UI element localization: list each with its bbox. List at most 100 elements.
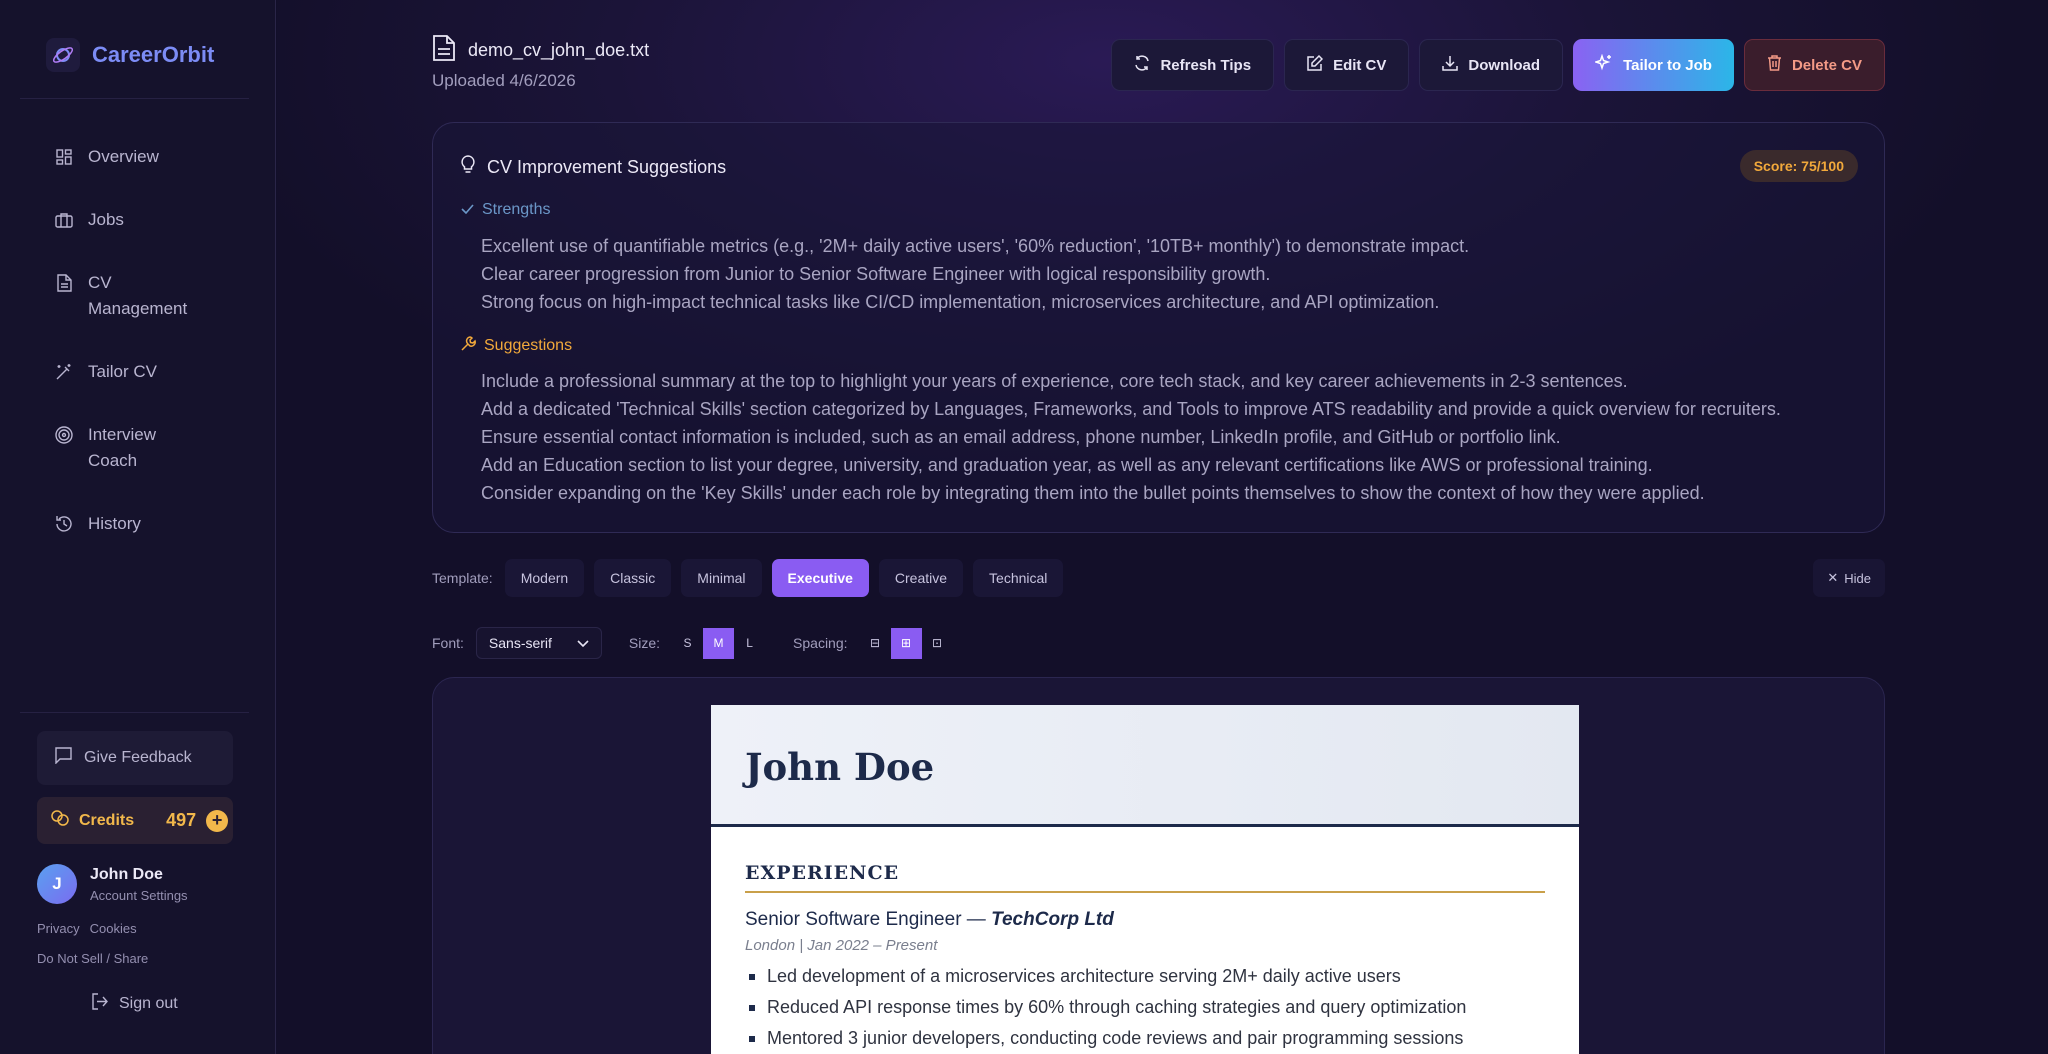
score-badge: Score: 75/100 — [1739, 150, 1858, 182]
job-meta: London | Jan 2022 – Present — [745, 937, 938, 954]
credits-label: Credits — [79, 811, 135, 829]
main-content: demo_cv_john_doe.txt Uploaded 4/6/2026 R… — [277, 0, 2048, 1054]
download-icon — [1442, 55, 1459, 75]
role-title: Senior Software Engineer — — [745, 909, 992, 930]
sparkles-icon — [1593, 53, 1613, 76]
logout-icon — [92, 993, 109, 1015]
suggestion-item: Ensure essential contact information is … — [481, 427, 1561, 447]
cv-header: John Doe — [711, 705, 1579, 827]
bullet-item: Led development of a microservices archi… — [745, 961, 1466, 992]
sidebar-item-label: History — [88, 514, 141, 533]
user-name: John Doe — [90, 865, 163, 883]
template-classic[interactable]: Classic — [594, 559, 672, 597]
sidebar-item-label: Jobs — [88, 210, 124, 229]
avatar: J — [37, 864, 77, 904]
tailor-to-job-button[interactable]: Tailor to Job — [1573, 39, 1734, 91]
divider — [20, 98, 249, 99]
sidebar-nav: Overview Jobs CV Management Tailor CV In… — [38, 140, 248, 570]
grid-icon — [54, 144, 74, 170]
edit-cv-button[interactable]: Edit CV — [1284, 39, 1410, 91]
action-bar: Refresh Tips Edit CV Download Tailor to … — [1111, 39, 1885, 91]
spacing-relaxed-icon[interactable]: ⊡ — [922, 628, 953, 659]
coins-icon — [51, 810, 69, 831]
hide-button[interactable]: ✕ Hide — [1813, 559, 1885, 597]
spacing-label: Spacing: — [793, 635, 848, 651]
trash-icon — [1767, 55, 1782, 75]
give-feedback-label: Give Feedback — [84, 749, 192, 766]
sidebar-item-history[interactable]: History — [38, 507, 248, 541]
account-settings-link[interactable]: Account Settings — [90, 888, 188, 903]
size-option-l[interactable]: L — [734, 628, 765, 659]
brand[interactable]: CareerOrbit — [46, 38, 214, 72]
experience-heading: EXPERIENCE — [745, 862, 900, 884]
sidebar-item-label: Interview Coach — [88, 425, 157, 470]
sidebar-item-tailor-cv[interactable]: Tailor CV — [38, 355, 248, 389]
refresh-icon — [1134, 55, 1150, 75]
edit-cv-label: Edit CV — [1333, 56, 1387, 74]
credits-panel[interactable]: Credits 497 + — [37, 797, 233, 844]
sidebar-item-overview[interactable]: Overview — [38, 140, 248, 174]
suggestion-item: Add an Education section to list your de… — [481, 455, 1653, 475]
cv-document: John Doe EXPERIENCE Senior Software Engi… — [711, 705, 1579, 1054]
suggestion-item: Consider expanding on the 'Key Skills' u… — [481, 483, 1705, 503]
sidebar-item-jobs[interactable]: Jobs — [38, 203, 248, 237]
cookies-link[interactable]: Cookies — [90, 921, 137, 936]
sidebar-item-cv-management[interactable]: CV Management — [38, 266, 248, 326]
user-profile[interactable]: J John Doe Account Settings — [37, 864, 188, 904]
job-title: Senior Software Engineer — TechCorp Ltd — [745, 909, 1114, 931]
check-icon — [461, 201, 474, 219]
file-icon — [432, 34, 456, 67]
size-option-m[interactable]: M — [703, 627, 735, 659]
cv-name: John Doe — [745, 745, 935, 789]
suggestions-title: CV Improvement Suggestions — [461, 155, 726, 179]
sign-out-button[interactable]: Sign out — [92, 993, 178, 1015]
briefcase-icon — [54, 207, 74, 233]
suggestion-item: Include a professional summary at the to… — [481, 371, 1628, 391]
spacing-normal-icon[interactable]: ⊞ — [890, 627, 922, 659]
font-select[interactable]: Sans-serif — [475, 627, 602, 659]
cv-suggestions-card: CV Improvement Suggestions Score: 75/100… — [432, 122, 1885, 533]
size-option-s[interactable]: S — [672, 628, 703, 659]
template-executive[interactable]: Executive — [771, 559, 869, 597]
strengths-list: Excellent use of quantifiable metrics (e… — [481, 232, 1469, 316]
file-name: demo_cv_john_doe.txt — [468, 40, 650, 60]
template-label: Template: — [432, 570, 493, 586]
upload-date: Uploaded 4/6/2026 — [432, 71, 576, 90]
delete-cv-button[interactable]: Delete CV — [1743, 39, 1885, 91]
give-feedback-button[interactable]: Give Feedback — [37, 731, 233, 785]
privacy-link[interactable]: Privacy — [37, 921, 80, 936]
strength-item: Strong focus on high-impact technical ta… — [481, 292, 1440, 312]
sidebar-item-interview-coach[interactable]: Interview Coach — [38, 418, 248, 478]
target-icon — [54, 422, 74, 448]
size-toggle: S M L — [672, 627, 765, 659]
cv-preview-panel: John Doe EXPERIENCE Senior Software Engi… — [432, 677, 1885, 1054]
template-creative[interactable]: Creative — [878, 559, 964, 597]
credits-value: 497 — [166, 810, 197, 830]
suggestions-label: Suggestions — [484, 337, 573, 354]
tailor-to-job-label: Tailor to Job — [1623, 56, 1712, 74]
sign-out-label: Sign out — [119, 995, 178, 1012]
sidebar-item-label: CV Management — [88, 273, 188, 318]
spacing-compact-icon[interactable]: ⊟ — [860, 628, 891, 659]
template-technical[interactable]: Technical — [973, 559, 1064, 597]
brand-name: CareerOrbit — [92, 42, 215, 67]
download-button[interactable]: Download — [1419, 39, 1564, 91]
document-icon — [54, 270, 74, 296]
history-icon — [54, 511, 74, 537]
sidebar: CareerOrbit Overview Jobs CV Management … — [0, 0, 276, 1054]
magic-wand-icon — [54, 359, 74, 385]
hide-label: Hide — [1844, 570, 1871, 586]
font-select-value: Sans-serif — [488, 635, 552, 651]
suggestions-list: Include a professional summary at the to… — [481, 367, 1781, 507]
job-bullets: Led development of a microservices archi… — [745, 961, 1466, 1054]
suggestion-item: Add a dedicated 'Technical Skills' secti… — [481, 399, 1781, 419]
do-not-sell-link[interactable]: Do Not Sell / Share — [37, 951, 148, 966]
template-modern[interactable]: Modern — [504, 559, 585, 597]
format-controls: Font: Sans-serif Size: S M L Spacing: ⊟ … — [432, 627, 953, 659]
template-minimal[interactable]: Minimal — [681, 559, 762, 597]
refresh-tips-button[interactable]: Refresh Tips — [1111, 39, 1275, 91]
add-credits-button[interactable]: + — [206, 809, 229, 832]
wrench-icon — [461, 336, 476, 356]
message-icon — [55, 747, 72, 769]
font-label: Font: — [432, 635, 464, 651]
